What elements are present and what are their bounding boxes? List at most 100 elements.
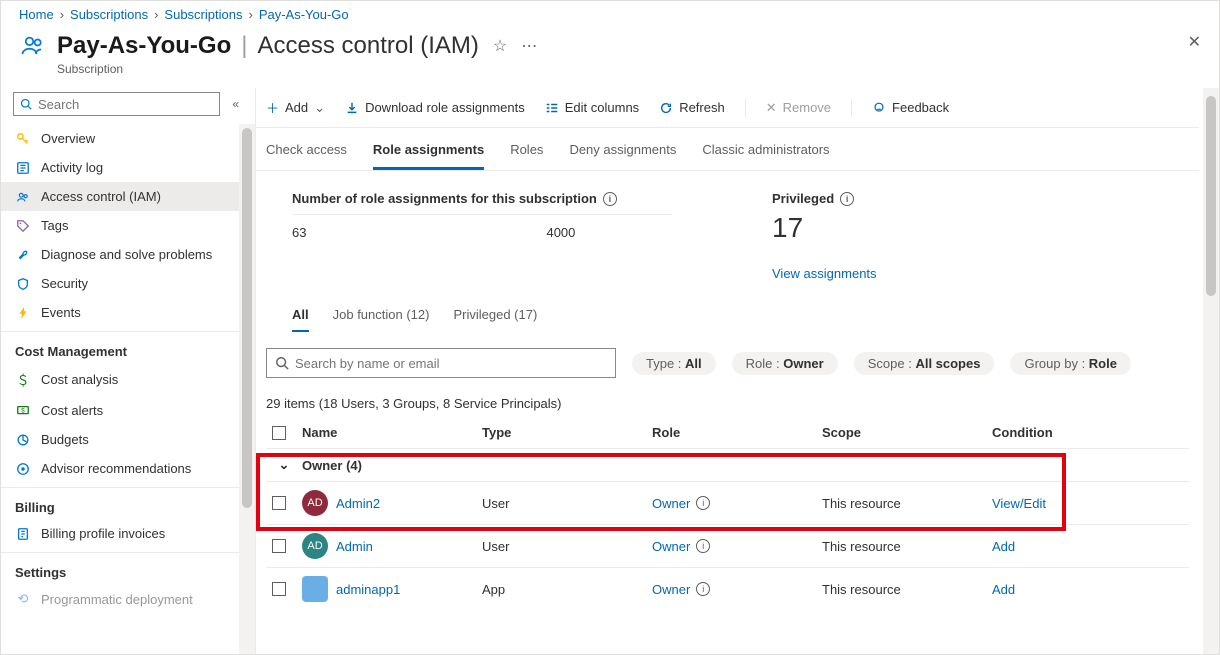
sidebar-item-label: Access control (IAM) [41, 189, 161, 204]
info-icon[interactable]: i [603, 192, 617, 206]
close-button[interactable]: ✕ [1188, 32, 1201, 52]
add-button[interactable]: ＋ Add ⌄ [266, 98, 325, 117]
breadcrumb-current[interactable]: Pay-As-You-Go [259, 7, 349, 22]
row-checkbox[interactable] [272, 496, 286, 510]
budget-icon [15, 433, 31, 447]
sidebar-item-cost-analysis[interactable]: ＄ Cost analysis [1, 363, 239, 396]
refresh-button[interactable]: Refresh [659, 100, 725, 115]
tab-check-access[interactable]: Check access [266, 142, 347, 170]
chevron-down-icon: ⌄ [314, 100, 325, 116]
col-name[interactable]: Name [302, 425, 482, 440]
tab-classic-admins[interactable]: Classic administrators [702, 142, 829, 170]
sidebar-item-label: Programmatic deployment [41, 592, 193, 607]
col-type[interactable]: Type [482, 425, 652, 440]
sidebar-item-security[interactable]: Security [1, 269, 239, 298]
filter-role[interactable]: Role : Owner [732, 352, 838, 375]
principal-link[interactable]: Admin2 [336, 496, 380, 511]
filter-type[interactable]: Type : All [632, 352, 716, 375]
breadcrumb-subscriptions2[interactable]: Subscriptions [164, 7, 242, 22]
sidebar-item-diagnose[interactable]: Diagnose and solve problems [1, 240, 239, 269]
more-button[interactable]: ⋯ [521, 36, 537, 56]
sidebar-search-input[interactable] [32, 97, 213, 112]
name-search-input[interactable] [289, 356, 607, 371]
subtab-all[interactable]: All [292, 307, 309, 332]
subtab-privileged[interactable]: Privileged (17) [453, 307, 537, 332]
name-search[interactable] [266, 348, 616, 378]
row-checkbox[interactable] [272, 582, 286, 596]
toolbar-label: Add [285, 100, 308, 115]
tab-roles[interactable]: Roles [510, 142, 543, 170]
feedback-icon [872, 101, 886, 115]
stat-count-max: 4000 [546, 225, 575, 240]
role-link[interactable]: Owner [652, 582, 690, 597]
condition-link[interactable]: Add [992, 539, 1015, 554]
tab-role-assignments[interactable]: Role assignments [373, 142, 484, 170]
sidebar-item-advisor[interactable]: Advisor recommendations [1, 454, 239, 483]
sidebar-item-cost-alerts[interactable]: $ Cost alerts [1, 396, 239, 425]
cell-type: App [482, 582, 652, 597]
table-row[interactable]: AD Admin2 User Owneri This resource View… [266, 482, 1189, 525]
filter-groupby[interactable]: Group by : Role [1010, 352, 1131, 375]
refresh-icon [659, 101, 673, 115]
info-icon[interactable]: i [696, 539, 710, 553]
breadcrumb: Home › Subscriptions › Subscriptions › P… [1, 1, 1219, 26]
group-row-owner[interactable]: ⌄ Owner (4) [266, 449, 1189, 482]
sidebar-item-events[interactable]: Events [1, 298, 239, 327]
page-subtitle: Access control (IAM) [257, 32, 478, 60]
condition-link[interactable]: Add [992, 582, 1015, 597]
sidebar-item-tags[interactable]: Tags [1, 211, 239, 240]
columns-icon [545, 101, 559, 115]
collapse-sidebar-button[interactable]: « [228, 97, 243, 111]
col-role[interactable]: Role [652, 425, 822, 440]
dollar-icon: ＄ [15, 370, 31, 389]
chevron-down-icon: ⌄ [279, 457, 290, 473]
table-row[interactable]: adminapp1 App Owneri This resource Add [266, 568, 1189, 610]
role-link[interactable]: Owner [652, 539, 690, 554]
resource-type: Subscription [57, 62, 479, 76]
sidebar-item-activity-log[interactable]: Activity log [1, 153, 239, 182]
chevron-right-icon: › [154, 7, 158, 22]
table-row[interactable]: AD Admin User Owneri This resource Add [266, 525, 1189, 568]
sidebar-item-label: Events [41, 305, 81, 320]
key-icon [15, 132, 31, 146]
results-summary: 29 items (18 Users, 3 Groups, 8 Service … [256, 388, 1199, 417]
select-all-checkbox[interactable] [272, 426, 286, 440]
main-scrollbar[interactable] [1203, 88, 1219, 654]
condition-link[interactable]: View/Edit [992, 496, 1046, 511]
sidebar-item-access-control[interactable]: Access control (IAM) [1, 182, 239, 211]
sidebar-item-label: Cost alerts [41, 403, 103, 418]
favorite-button[interactable]: ☆ [493, 36, 507, 56]
download-button[interactable]: Download role assignments [345, 100, 525, 115]
feedback-button[interactable]: Feedback [872, 100, 949, 115]
role-link[interactable]: Owner [652, 496, 690, 511]
sidebar-search[interactable] [13, 92, 220, 116]
toolbar-label: Download role assignments [365, 100, 525, 115]
breadcrumb-subscriptions[interactable]: Subscriptions [70, 7, 148, 22]
sidebar-item-overview[interactable]: Overview [1, 124, 239, 153]
sidebar-item-label: Overview [41, 131, 95, 146]
sidebar-item-invoices[interactable]: Billing profile invoices [1, 519, 239, 548]
search-icon [20, 98, 32, 110]
sidebar-item-deploy[interactable]: ⟲ Programmatic deployment [1, 584, 239, 614]
sidebar-scrollbar[interactable] [239, 124, 255, 654]
view-assignments-link[interactable]: View assignments [772, 266, 877, 281]
info-icon[interactable]: i [840, 192, 854, 206]
info-icon[interactable]: i [696, 496, 710, 510]
tab-deny-assignments[interactable]: Deny assignments [569, 142, 676, 170]
stat-count-title: Number of role assignments for this subs… [292, 191, 597, 206]
col-condition[interactable]: Condition [992, 425, 1162, 440]
subtab-job-function[interactable]: Job function (12) [333, 307, 430, 332]
breadcrumb-home[interactable]: Home [19, 7, 54, 22]
principal-link[interactable]: Admin [336, 539, 373, 554]
filter-scope[interactable]: Scope : All scopes [854, 352, 995, 375]
row-checkbox[interactable] [272, 539, 286, 553]
edit-columns-button[interactable]: Edit columns [545, 100, 639, 115]
col-scope[interactable]: Scope [822, 425, 992, 440]
cell-scope: This resource [822, 539, 992, 554]
stats-row: Number of role assignments for this subs… [256, 171, 1199, 291]
principal-link[interactable]: adminapp1 [336, 582, 400, 597]
sidebar-item-label: Tags [41, 218, 68, 233]
sidebar-item-budgets[interactable]: Budgets [1, 425, 239, 454]
deploy-icon: ⟲ [15, 591, 31, 607]
info-icon[interactable]: i [696, 582, 710, 596]
